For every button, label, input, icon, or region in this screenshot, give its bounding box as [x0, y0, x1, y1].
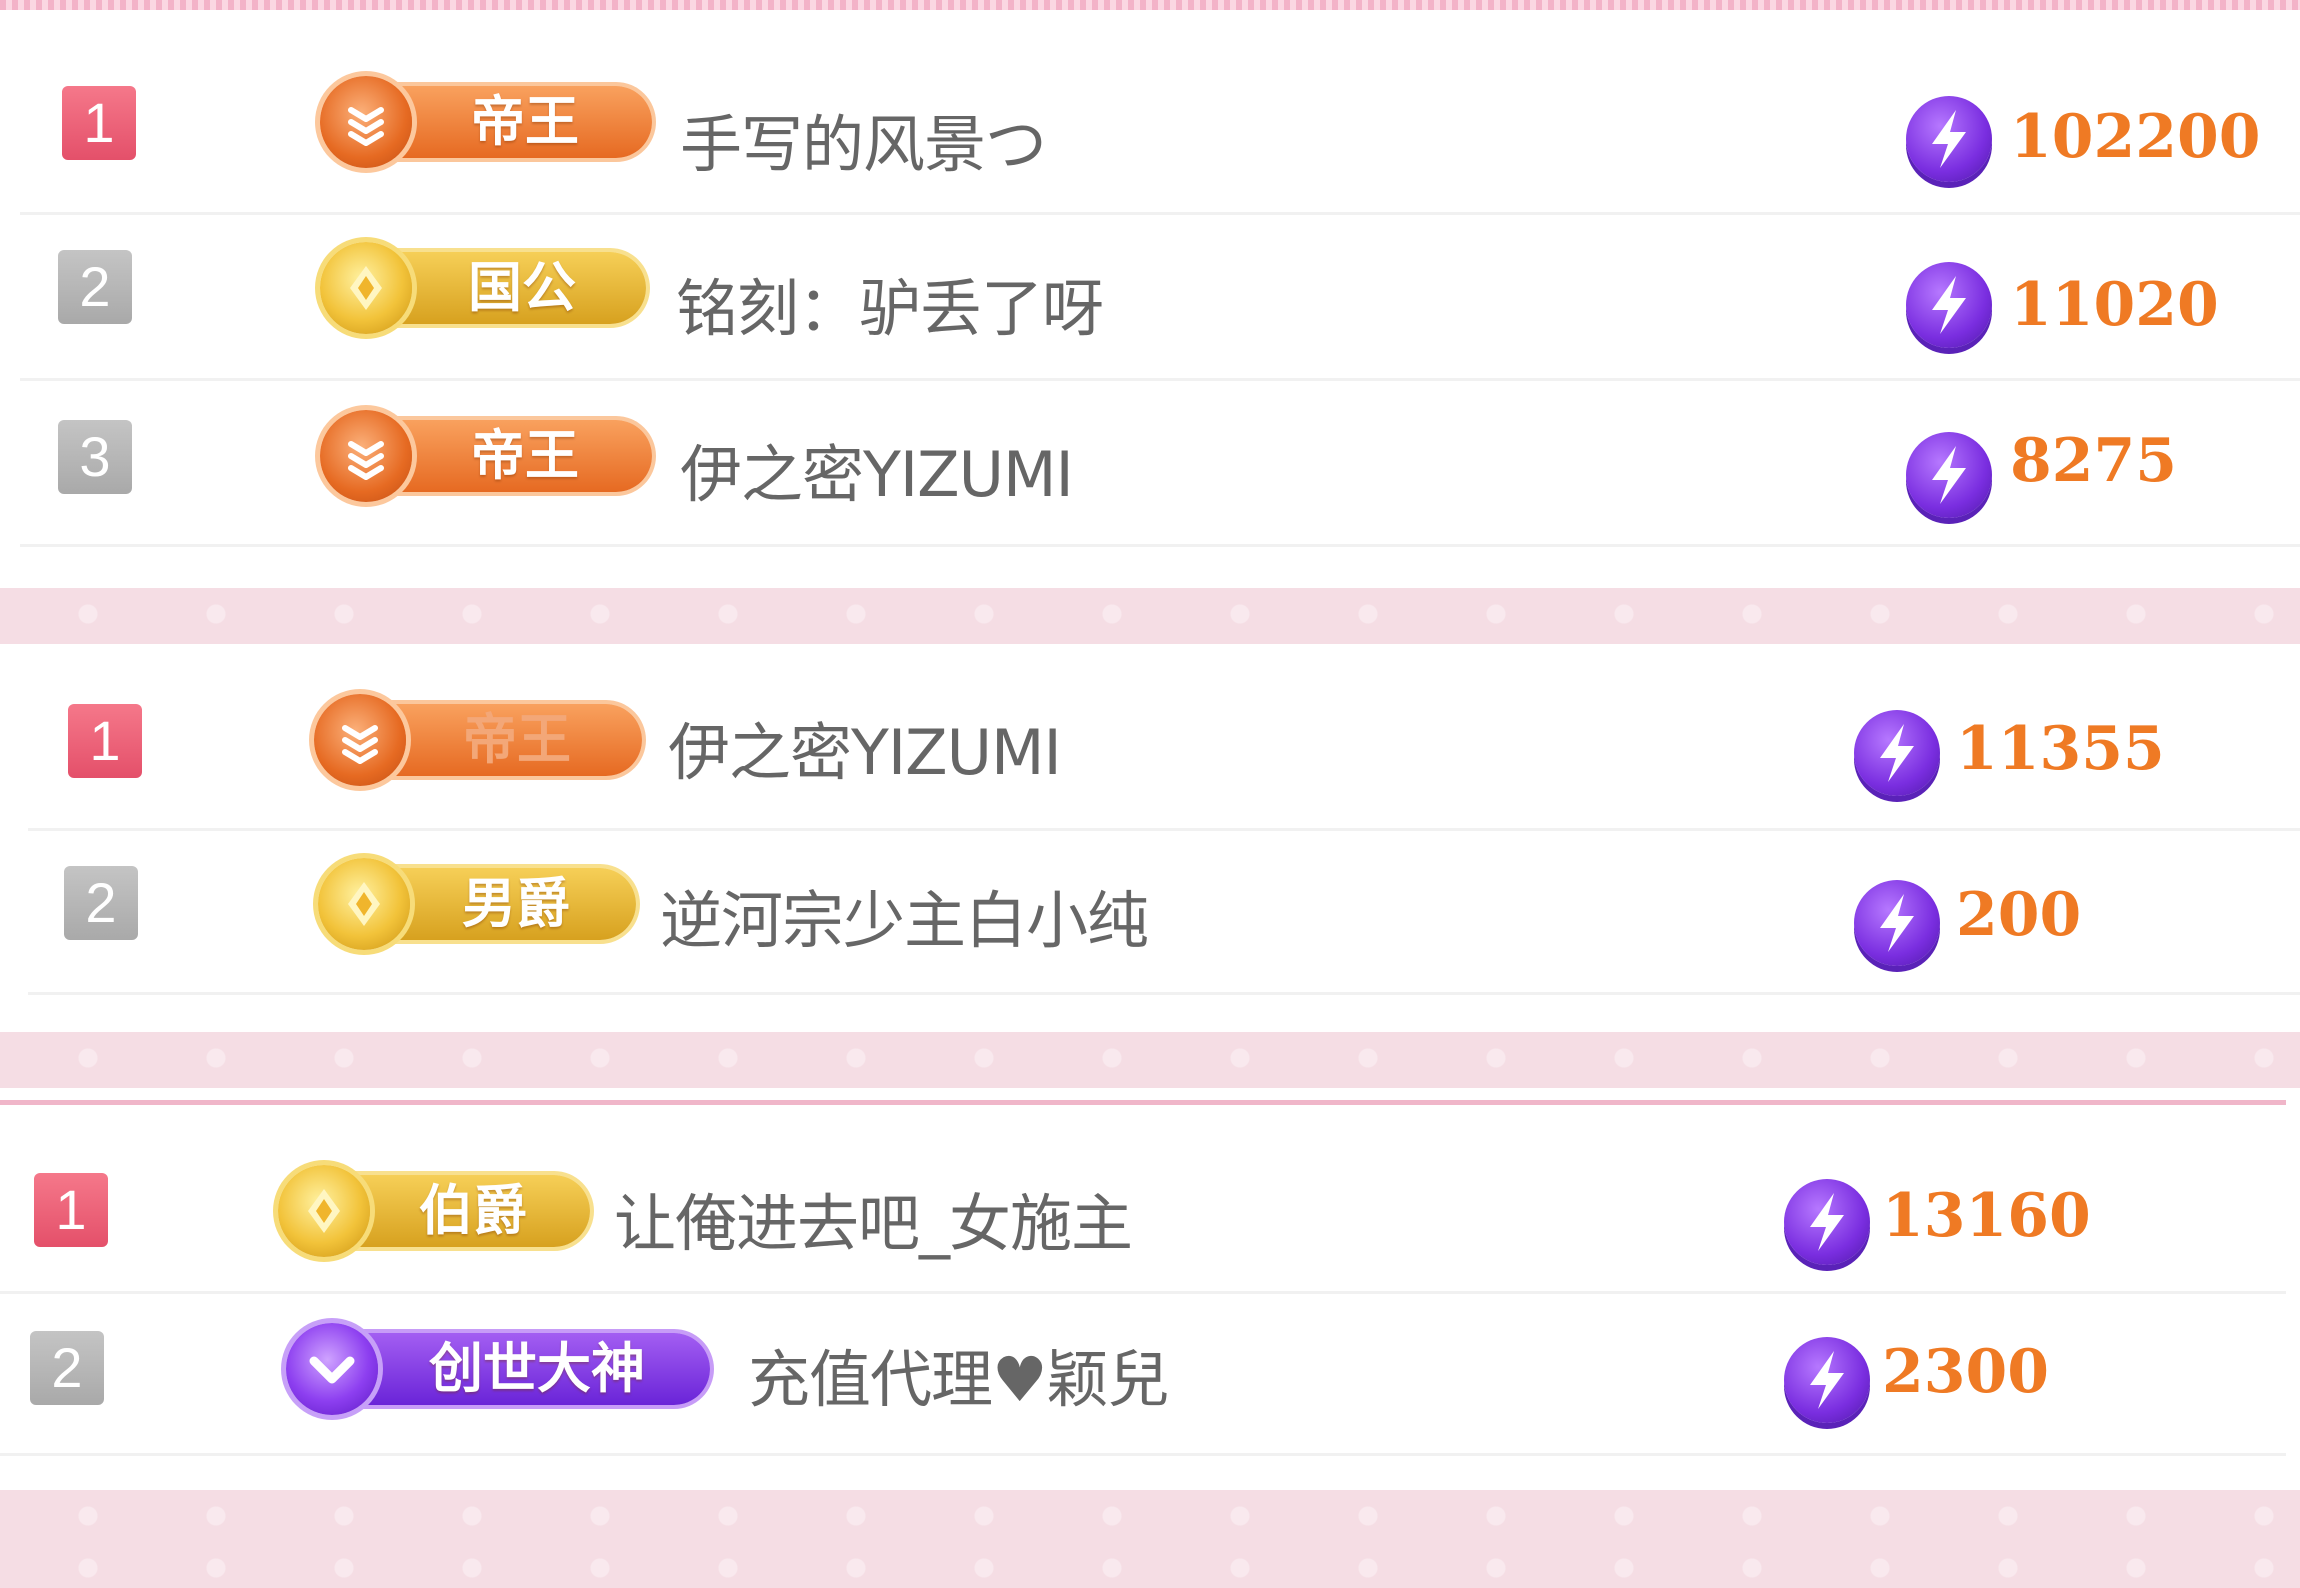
rank-number: 3 [58, 420, 132, 494]
lightning-coin-icon [1906, 262, 1992, 348]
rank-number: 1 [62, 86, 136, 160]
row-divider [28, 992, 2300, 995]
noble-badge: 帝王 [320, 410, 652, 502]
leaderboard-panel-2: 1 帝王 伊之密YIZUMI 11355 2 男爵 逆河宗少主白小纯 200 [0, 644, 2300, 1032]
badge-label: 伯爵 [419, 1179, 527, 1242]
score-value: 13160 [1882, 1181, 2091, 1251]
leaderboard-row[interactable]: 1 伯爵 让俺进去吧_女施主 13160 [0, 1105, 2286, 1291]
top-decorative-stripe [0, 0, 2300, 10]
score-value: 2300 [1882, 1337, 2049, 1407]
score-value: 102200 [2010, 102, 2261, 172]
lightning-coin-icon [1784, 1179, 1870, 1265]
score-value: 11020 [2010, 270, 2219, 340]
rank-medal-icon [314, 694, 406, 786]
noble-badge: 创世大神 [286, 1323, 710, 1415]
lightning-coin-icon [1854, 710, 1940, 796]
leaderboard-row[interactable]: 2 国公 铭刻：驴丢了呀 11020 [0, 214, 2300, 374]
badge-label: 帝王 [471, 424, 579, 487]
decorative-band [0, 1032, 2300, 1088]
score-value: 8275 [2010, 426, 2177, 496]
decorative-band [0, 588, 2300, 644]
lightning-coin-icon [1906, 96, 1992, 182]
badge-label: 帝王 [463, 708, 571, 771]
row-divider [0, 1453, 2286, 1456]
score-value: 200 [1956, 880, 2082, 950]
leaderboard-row[interactable]: 1 帝王 伊之密YIZUMI 11355 [0, 644, 2300, 824]
user-name[interactable]: 铭刻：驴丢了呀 [676, 258, 1104, 348]
leaderboard-row[interactable]: 2 创世大神 充值代理♥颖兒 2300 [0, 1293, 2286, 1453]
user-name[interactable]: 让俺进去吧_女施主 [614, 1173, 1133, 1263]
badge-label: 男爵 [462, 872, 570, 935]
rank-medal-icon [320, 76, 412, 168]
user-name[interactable]: 充值代理♥颖兒 [748, 1329, 1170, 1419]
rank-number: 2 [64, 866, 138, 940]
user-name[interactable]: 手写的风景つ [680, 94, 1047, 184]
leaderboard-row[interactable]: 2 男爵 逆河宗少主白小纯 200 [0, 830, 2300, 990]
badge-label: 创世大神 [429, 1337, 645, 1400]
lightning-coin-icon [1854, 880, 1940, 966]
leaderboard-panel-3: 1 伯爵 让俺进去吧_女施主 13160 2 创世大神 充值代理♥颖兒 2300 [0, 1100, 2286, 1495]
noble-badge: 帝王 [314, 694, 642, 786]
decorative-band [0, 1490, 2300, 1588]
leaderboard-row[interactable]: 1 帝王 手写的风景つ 102200 [0, 10, 2300, 210]
leaderboard-row[interactable]: 3 帝王 伊之密YIZUMI 8275 [0, 380, 2300, 540]
score-value: 11355 [1956, 714, 2165, 784]
rank-number: 1 [34, 1173, 108, 1247]
noble-badge: 帝王 [320, 76, 652, 168]
lightning-coin-icon [1906, 432, 1992, 518]
rank-number: 1 [68, 704, 142, 778]
user-name[interactable]: 伊之密YIZUMI [668, 702, 1062, 792]
user-name[interactable]: 伊之密YIZUMI [680, 424, 1074, 514]
rank-medal-icon [320, 410, 412, 502]
rank-medal-icon [278, 1165, 370, 1257]
rank-medal-icon [286, 1323, 378, 1415]
row-divider [20, 544, 2300, 547]
rank-number: 2 [58, 250, 132, 324]
noble-badge: 男爵 [318, 858, 636, 950]
noble-badge: 国公 [320, 242, 646, 334]
badge-label: 帝王 [471, 90, 579, 153]
lightning-coin-icon [1784, 1337, 1870, 1423]
rank-number: 2 [30, 1331, 104, 1405]
badge-label: 国公 [468, 256, 576, 319]
noble-badge: 伯爵 [278, 1165, 590, 1257]
rank-medal-icon [318, 858, 410, 950]
leaderboard-panel-1: 1 帝王 手写的风景つ 102200 2 国公 铭刻：驴丢了呀 11020 3 … [0, 10, 2300, 588]
rank-medal-icon [320, 242, 412, 334]
user-name[interactable]: 逆河宗少主白小纯 [660, 870, 1149, 960]
